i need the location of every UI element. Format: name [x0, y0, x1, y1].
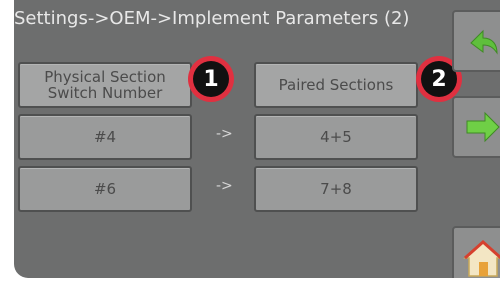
forward-arrow-icon: [466, 111, 500, 143]
paired-sections-value: 4+5: [320, 128, 352, 146]
switch-number-button[interactable]: #6: [18, 166, 192, 212]
back-button[interactable]: [452, 10, 500, 72]
paired-sections-button[interactable]: 4+5: [254, 114, 418, 160]
paired-sections-value: 7+8: [320, 180, 352, 198]
back-arrow-icon: [470, 29, 498, 55]
callout-1: 1: [188, 56, 234, 102]
home-icon: [463, 239, 500, 277]
paired-sections-header: Paired Sections: [254, 62, 418, 108]
page-title: Settings->OEM->Implement Parameters (2): [14, 8, 410, 29]
paired-header-label: Paired Sections: [278, 76, 394, 94]
row-arrow: ->: [216, 126, 233, 142]
settings-screen: Settings->OEM->Implement Parameters (2) …: [14, 0, 500, 278]
physical-header-line1: Physical Section: [44, 68, 166, 86]
callout-1-number: 1: [193, 61, 229, 97]
physical-section-switch-number-header: Physical Section Switch Number: [18, 62, 192, 108]
forward-button[interactable]: [452, 96, 500, 158]
switch-number-button[interactable]: #4: [18, 114, 192, 160]
physical-header-line2: Switch Number: [47, 84, 163, 102]
switch-number-value: #6: [93, 180, 117, 198]
paired-sections-button[interactable]: 7+8: [254, 166, 418, 212]
row-arrow: ->: [216, 178, 233, 194]
home-button[interactable]: [452, 226, 500, 278]
switch-number-value: #4: [93, 128, 117, 146]
